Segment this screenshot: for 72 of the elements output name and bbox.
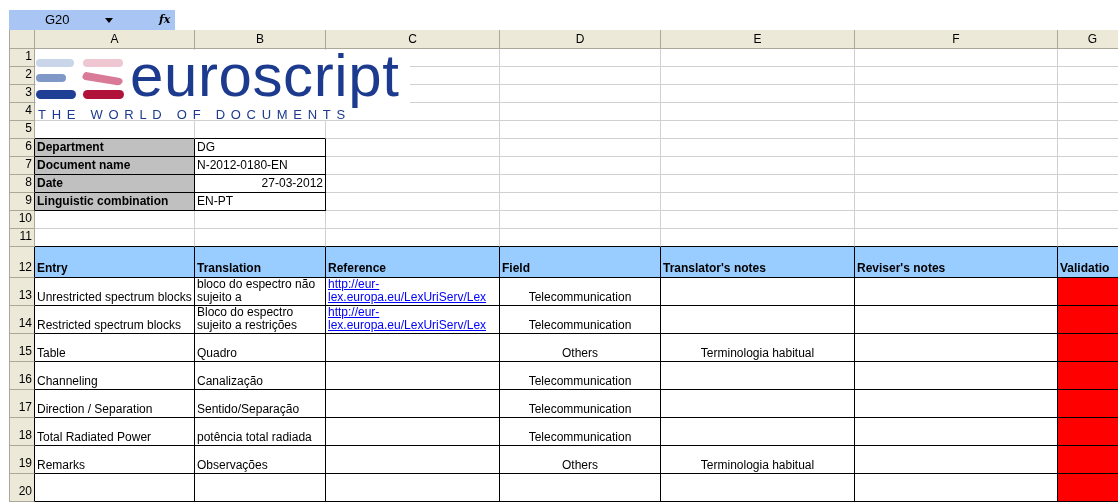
row-header[interactable]: 16 xyxy=(10,362,35,390)
stripes-logo-icon xyxy=(36,59,124,99)
table-header-cell: Translation xyxy=(195,247,326,278)
info-label: Department xyxy=(35,139,195,157)
table-cell: Restricted spectrum blocks xyxy=(35,306,195,334)
table-cell: Table xyxy=(35,334,195,362)
row-header[interactable]: 11 xyxy=(10,229,35,247)
table-cell: Observações xyxy=(195,446,326,474)
formula-label[interactable]: fx xyxy=(159,11,171,29)
table-cell: Quadro xyxy=(195,334,326,362)
column-header[interactable]: B xyxy=(195,30,326,49)
table-cell: Telecommunication xyxy=(500,362,661,390)
table-header-cell: Translator's notes xyxy=(661,247,855,278)
table-header-cell: Field xyxy=(500,247,661,278)
table-header-cell: Validatio xyxy=(1058,247,1118,278)
row-header[interactable]: 20 xyxy=(10,474,35,502)
row-header[interactable]: 12 xyxy=(10,247,35,278)
row-header[interactable]: 14 xyxy=(10,306,35,334)
table-cell: Terminologia habitual xyxy=(661,334,855,362)
row-header[interactable]: 19 xyxy=(10,446,35,474)
info-label: Date xyxy=(35,175,195,193)
table-cell: Channeling xyxy=(35,362,195,390)
table-cell: Others xyxy=(500,446,661,474)
logo-tagline: THE WORLD OF DOCUMENTS xyxy=(38,108,351,122)
row-header[interactable]: 5 xyxy=(10,121,35,139)
table-cell: Total Radiated Power xyxy=(35,418,195,446)
row-header[interactable]: 6 xyxy=(10,139,35,157)
row-header[interactable]: 18 xyxy=(10,418,35,446)
table-cell: potência total radiada xyxy=(195,418,326,446)
info-value: 27-03-2012 xyxy=(195,175,326,193)
table-cell: Direction / Separation xyxy=(35,390,195,418)
column-header[interactable]: E xyxy=(661,30,855,49)
table-cell: Bloco do espectro sujeito a restrições xyxy=(195,306,326,334)
dropdown-caret-icon[interactable] xyxy=(105,17,113,23)
table-cell: bloco do espectro não sujeito a xyxy=(195,278,326,306)
row-header[interactable]: 17 xyxy=(10,390,35,418)
column-header[interactable]: F xyxy=(855,30,1058,49)
table-cell: Telecommunication xyxy=(500,306,661,334)
info-label: Linguistic combination xyxy=(35,193,195,211)
table-cell: Unrestricted spectrum blocks xyxy=(35,278,195,306)
info-value: EN-PT xyxy=(195,193,326,211)
row-header[interactable]: 10 xyxy=(10,211,35,229)
reference-link[interactable]: http://eur-lex.europa.eu/LexUriServ/Lex xyxy=(328,306,497,332)
table-cell: Telecommunication xyxy=(500,418,661,446)
row-header[interactable]: 15 xyxy=(10,334,35,362)
table-cell: Telecommunication xyxy=(500,278,661,306)
row-header[interactable]: 4 xyxy=(10,103,35,121)
row-header[interactable]: 3 xyxy=(10,85,35,103)
table-cell: Sentido/Separação xyxy=(195,390,326,418)
table-cell: Terminologia habitual xyxy=(661,446,855,474)
row-header[interactable]: 9 xyxy=(10,193,35,211)
table-cell: Canalização xyxy=(195,362,326,390)
row-header[interactable]: 2 xyxy=(10,67,35,85)
table-header-cell: Reference xyxy=(326,247,500,278)
name-box[interactable]: G20 fx xyxy=(9,10,175,30)
row-header[interactable]: 7 xyxy=(10,157,35,175)
logo-wordmark: euroscript xyxy=(130,46,400,106)
table-cell: Others xyxy=(500,334,661,362)
table-header-cell: Entry xyxy=(35,247,195,278)
row-header[interactable]: 13 xyxy=(10,278,35,306)
table-header-cell: Reviser's notes xyxy=(855,247,1058,278)
column-header[interactable]: A xyxy=(35,30,195,49)
row-header[interactable]: 1 xyxy=(10,49,35,67)
info-label: Document name xyxy=(35,157,195,175)
column-header[interactable]: C xyxy=(326,30,500,49)
row-header[interactable]: 8 xyxy=(10,175,35,193)
info-value: DG xyxy=(195,139,326,157)
column-header[interactable]: D xyxy=(500,30,661,49)
table-cell: Telecommunication xyxy=(500,390,661,418)
column-header[interactable]: G xyxy=(1058,30,1118,49)
table-cell: Remarks xyxy=(35,446,195,474)
info-value: N-2012-0180-EN xyxy=(195,157,326,175)
